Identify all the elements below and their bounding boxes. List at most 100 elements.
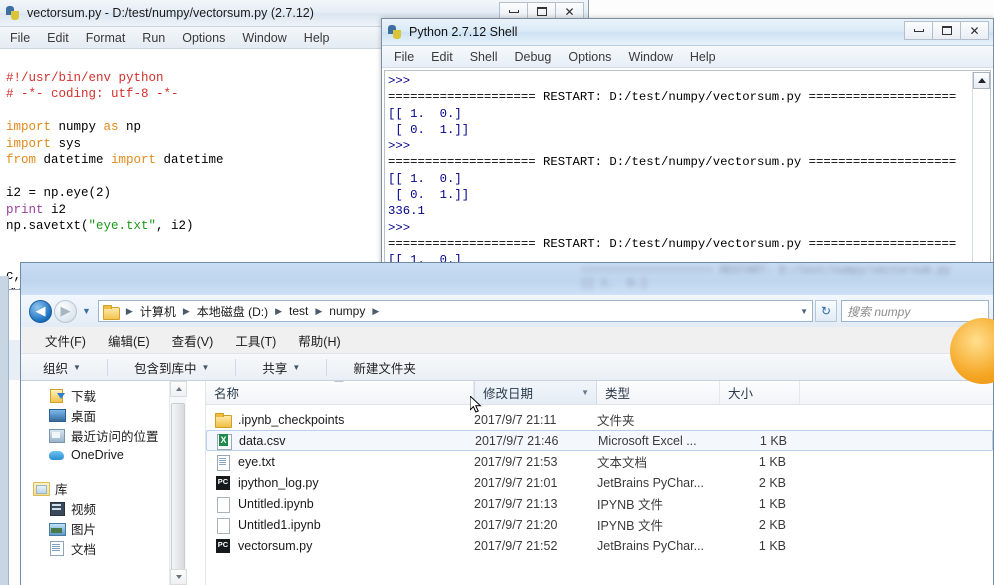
table-row[interactable]: Untitled1.ipynb 2017/9/7 21:20 IPYNB 文件 … — [206, 514, 993, 535]
organize-button[interactable]: 组织 ▼ — [43, 358, 81, 377]
chevron-down-icon: ▼ — [201, 362, 210, 372]
file-size: 1 KB — [758, 496, 786, 511]
column-header-type[interactable]: 类型 — [597, 381, 720, 404]
menu-window[interactable]: Window — [242, 31, 286, 45]
code-line-import-datetime: from datetime import datetime — [6, 153, 224, 167]
python-shell-window[interactable]: Python 2.7.12 Shell ✕ File Edit Shell De… — [381, 18, 994, 276]
sidebar-item-label: 视频 — [71, 502, 97, 517]
menu-file[interactable]: File — [394, 50, 414, 64]
menu-edit[interactable]: 编辑(E) — [108, 331, 150, 350]
include-in-library-button[interactable]: 包含到库中 ▼ — [134, 358, 209, 377]
breadcrumb-numpy[interactable]: numpy — [327, 304, 367, 318]
column-header-name[interactable]: 名称 — [206, 381, 474, 404]
minimize-button[interactable] — [904, 21, 933, 40]
table-row[interactable]: ipython_log.py 2017/9/7 21:01 JetBrains … — [206, 472, 993, 493]
menu-window[interactable]: Window — [628, 50, 672, 64]
toolbar-separator — [326, 358, 328, 376]
sidebar-item-desktop[interactable]: 桌面 — [21, 405, 169, 425]
file-name-cell: Untitled1.ipynb — [206, 517, 474, 534]
shell-line: >>> — [388, 139, 411, 154]
python-shell-titlebar[interactable]: Python 2.7.12 Shell ✕ — [382, 19, 993, 46]
breadcrumb-separator-icon: ▶ — [315, 305, 323, 316]
titlebar-reflection: ==================== RESTART: D:/test/nu… — [581, 265, 951, 290]
code-line-savetxt: np.savetxt("eye.txt", i2) — [6, 219, 194, 233]
menu-format[interactable]: Format — [86, 31, 126, 45]
breadcrumb-separator-icon: ▶ — [125, 305, 133, 316]
scroll-up-button[interactable] — [973, 72, 990, 89]
scrollbar-thumb[interactable] — [171, 403, 185, 585]
breadcrumb-separator-icon: ▶ — [182, 305, 190, 316]
sidebar-item-pictures[interactable]: 图片 — [21, 518, 169, 538]
table-row[interactable]: data.csv 2017/9/7 21:46 Microsoft Excel … — [206, 430, 993, 451]
code-line: #!/usr/bin/env python — [6, 70, 164, 85]
close-button[interactable]: ✕ — [960, 21, 989, 40]
navigation-pane[interactable]: 下载 桌面 最近访问的位置 OneDrive 库 视频 图片 文档 — [21, 381, 206, 585]
search-input[interactable]: 搜索 numpy — [841, 300, 989, 322]
address-bar[interactable]: ▶ 计算机 ▶ 本地磁盘 (D:) ▶ test ▶ numpy ▶ ▼ — [97, 300, 813, 322]
refresh-button[interactable]: ↻ — [815, 300, 837, 322]
maximize-button[interactable] — [932, 21, 961, 40]
sidebar-item-libraries[interactable]: 库 — [21, 478, 169, 498]
organize-label: 组织 — [43, 361, 69, 376]
toolbar-separator — [235, 358, 237, 376]
menu-edit[interactable]: Edit — [431, 50, 453, 64]
file-date: 2017/9/7 21:52 — [474, 538, 558, 553]
sidebar-item-documents[interactable]: 文档 — [21, 538, 169, 558]
address-dropdown-icon[interactable]: ▼ — [800, 307, 808, 316]
chevron-down-icon[interactable]: ▼ — [82, 306, 91, 316]
chevron-down-icon[interactable]: ▼ — [581, 388, 589, 397]
scroll-down-button[interactable] — [170, 569, 187, 585]
menu-help[interactable]: 帮助(H) — [298, 331, 340, 350]
sidebar-item-onedrive[interactable]: OneDrive — [21, 445, 169, 465]
new-folder-label: 新建文件夹 — [353, 361, 416, 376]
forward-button[interactable]: ▶ — [54, 299, 77, 323]
sidebar-item-downloads[interactable]: 下载 — [21, 385, 169, 405]
menu-file[interactable]: 文件(F) — [45, 331, 86, 350]
file-name-cell: data.csv — [207, 433, 475, 450]
explorer-titlebar[interactable]: ==================== RESTART: D:/test/nu… — [21, 263, 993, 295]
code-line-print-i2: print i2 — [6, 202, 67, 217]
menu-tools[interactable]: 工具(T) — [235, 331, 276, 350]
menu-run[interactable]: Run — [142, 31, 165, 45]
file-list-pane[interactable]: 名称 修改日期 ▼ 类型 大小 .ipynb_checkpoints 2017/… — [206, 381, 993, 585]
back-button[interactable]: ◀ — [29, 299, 52, 323]
file-explorer-window[interactable]: ==================== RESTART: D:/test/nu… — [20, 262, 994, 585]
breadcrumb-local-disk[interactable]: 本地磁盘 (D:) — [195, 303, 270, 320]
maximize-icon — [536, 7, 547, 16]
table-row[interactable]: vectorsum.py 2017/9/7 21:52 JetBrains Py… — [206, 535, 993, 556]
sidebar-item-videos[interactable]: 视频 — [21, 498, 169, 518]
desktop-icon — [49, 408, 66, 422]
menu-help[interactable]: Help — [690, 50, 716, 64]
pictures-icon — [49, 521, 66, 536]
python-shell-output-pane[interactable]: >>> ==================== RESTART: D:/tes… — [384, 70, 991, 273]
menu-edit[interactable]: Edit — [47, 31, 69, 45]
shell-line: ==================== RESTART: D:/test/nu… — [388, 155, 957, 170]
menu-view[interactable]: 查看(V) — [172, 331, 214, 350]
menu-help[interactable]: Help — [304, 31, 330, 45]
menu-options[interactable]: Options — [568, 50, 611, 64]
table-row[interactable]: Untitled.ipynb 2017/9/7 21:13 IPYNB 文件 1… — [206, 493, 993, 514]
python-icon — [5, 5, 21, 21]
navigation-pane-scrollbar[interactable] — [169, 381, 187, 585]
column-header-date-modified[interactable]: 修改日期 ▼ — [474, 381, 597, 404]
menu-file[interactable]: File — [10, 31, 30, 45]
file-size: 1 KB — [758, 538, 786, 553]
share-button[interactable]: 共享 ▼ — [262, 358, 300, 377]
menu-options[interactable]: Options — [182, 31, 225, 45]
table-row[interactable]: eye.txt 2017/9/7 21:53 文本文档 1 KB — [206, 451, 993, 472]
folder-icon — [102, 304, 120, 320]
column-header-size[interactable]: 大小 — [720, 381, 800, 404]
table-row[interactable]: .ipynb_checkpoints 2017/9/7 21:11 文件夹 — [206, 409, 993, 430]
file-type: 文本文档 — [597, 456, 648, 470]
breadcrumb-test[interactable]: test — [287, 304, 310, 318]
scroll-up-button[interactable] — [170, 381, 187, 397]
new-folder-button[interactable]: 新建文件夹 — [353, 358, 416, 377]
sidebar-item-recent-places[interactable]: 最近访问的位置 — [21, 425, 169, 445]
breadcrumb-computer[interactable]: 计算机 — [138, 303, 178, 320]
minimize-icon — [913, 29, 924, 32]
file-date: 2017/9/7 21:11 — [474, 412, 557, 427]
file-type: 文件夹 — [597, 414, 635, 428]
python-shell-scrollbar[interactable] — [972, 72, 990, 271]
menu-debug[interactable]: Debug — [515, 50, 552, 64]
menu-shell[interactable]: Shell — [470, 50, 498, 64]
